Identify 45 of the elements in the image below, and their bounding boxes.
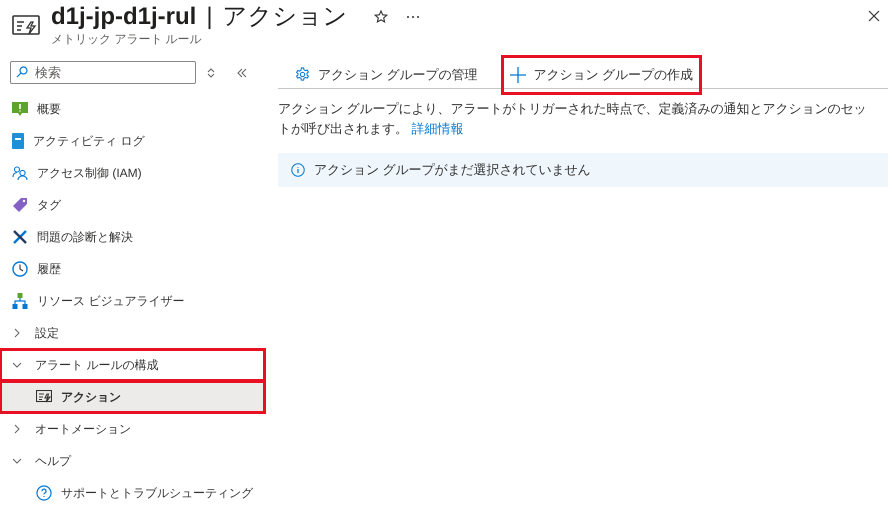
close-icon[interactable] (868, 10, 880, 22)
book-icon (12, 133, 24, 149)
users-icon (12, 166, 28, 180)
search-field[interactable]: 検索 (10, 61, 196, 84)
nav-item[interactable]: アクティビティ ログ (0, 125, 265, 157)
plus-icon (510, 66, 526, 82)
nav-group[interactable]: ヘルプ (0, 445, 265, 477)
title-separator: | (206, 2, 213, 32)
info-icon (291, 163, 305, 177)
chevron-down-icon (12, 362, 22, 368)
learn-more-link[interactable]: 詳細情報 (412, 121, 464, 136)
nav-item[interactable]: リソース ビジュアライザー (0, 285, 265, 317)
page-name: アクション (222, 2, 348, 32)
description-text: アクション グループにより、アラートがトリガーされた時点で、定義済みの通知とアクションのセットが呼び出されます。 詳細情報 (278, 100, 868, 138)
clock-icon (12, 261, 28, 277)
nav-item[interactable]: 概要 (0, 93, 265, 125)
more-icon[interactable] (406, 15, 420, 19)
hierarchy-icon (12, 293, 28, 309)
settings-icon (295, 67, 310, 82)
chevron-right-icon (14, 328, 20, 338)
nav-group[interactable]: 設定 (0, 317, 265, 349)
nav-item[interactable]: アクセス制御 (IAM) (0, 157, 265, 189)
search-icon (16, 66, 28, 78)
nav-group[interactable]: アラート ルールの構成 (0, 349, 265, 381)
tools-icon (12, 229, 28, 245)
sort-icon[interactable] (207, 68, 215, 78)
toolbar-button[interactable]: アクション グループの作成 (500, 54, 702, 94)
star-icon[interactable] (374, 10, 388, 24)
nav-item[interactable]: サポートとトラブルシューティング (0, 477, 265, 508)
help-icon (36, 485, 52, 501)
toolbar-button[interactable]: アクション グループの管理 (286, 54, 487, 94)
nav-item[interactable]: アクション (0, 381, 265, 413)
alert-rule-icon (36, 390, 52, 404)
collapse-icon[interactable] (237, 68, 247, 78)
chevron-right-icon (14, 424, 20, 434)
nav-group[interactable]: オートメーション (0, 413, 265, 445)
info-text: アクション グループがまだ選択されていません (314, 161, 591, 180)
nav-item[interactable]: 問題の診断と解決 (0, 221, 265, 253)
nav-item[interactable]: タグ (0, 189, 265, 221)
page-subtitle: メトリック アラート ルール (51, 32, 202, 46)
nav-item[interactable]: 履歴 (0, 253, 265, 285)
page-title: d1j-jp-d1j-rul (51, 2, 196, 32)
overview-icon (12, 102, 28, 116)
tag-icon (12, 197, 28, 213)
chevron-down-icon (12, 458, 22, 464)
